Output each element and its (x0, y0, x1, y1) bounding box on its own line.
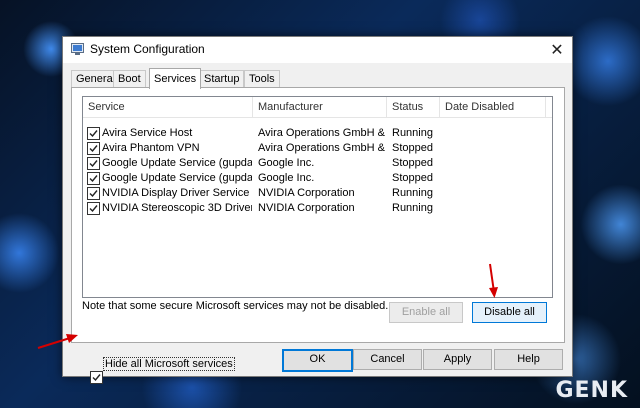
services-list[interactable]: Service Manufacturer Status Date Disable… (82, 96, 553, 298)
table-row[interactable]: Google Update Service (gupdate) Google I… (83, 156, 552, 171)
tab-services[interactable]: Services (149, 68, 202, 89)
ok-button[interactable]: OK (282, 349, 353, 372)
service-status: Running (392, 127, 433, 139)
service-manufacturer: Google Inc. (258, 172, 315, 184)
checkmark-icon (89, 205, 98, 213)
service-checkbox[interactable] (87, 202, 100, 215)
service-manufacturer: NVIDIA Corporation (258, 187, 355, 199)
service-name: NVIDIA Display Driver Service (102, 187, 250, 199)
service-status: Stopped (392, 142, 433, 154)
header-date-disabled[interactable]: Date Disabled (440, 97, 545, 117)
checkmark-icon (89, 130, 98, 138)
service-checkbox[interactable] (87, 142, 100, 155)
header-service[interactable]: Service (83, 97, 248, 117)
checkmark-icon (89, 190, 98, 198)
service-status: Running (392, 187, 433, 199)
secure-services-note: Note that some secure Microsoft services… (82, 300, 389, 312)
service-name: Avira Phantom VPN (102, 142, 200, 154)
service-date-disabled (445, 171, 540, 186)
cancel-button[interactable]: Cancel (353, 349, 422, 370)
table-row[interactable]: NVIDIA Display Driver Service NVIDIA Cor… (83, 186, 552, 201)
hide-microsoft-services-checkbox[interactable] (90, 371, 103, 384)
service-status: Running (392, 202, 433, 214)
help-button[interactable]: Help (494, 349, 563, 370)
table-row[interactable]: Avira Service Host Avira Operations GmbH… (83, 126, 552, 141)
annotation-arrow-down-icon (489, 263, 498, 298)
checkmark-icon (92, 374, 101, 382)
genk-watermark: GENK (555, 378, 628, 403)
table-row[interactable]: Avira Phantom VPN Avira Operations GmbH … (83, 141, 552, 156)
service-manufacturer: Google Inc. (258, 157, 315, 169)
service-checkbox[interactable] (87, 172, 100, 185)
service-name: NVIDIA Stereoscopic 3D Driver S... (102, 202, 252, 214)
header-status[interactable]: Status (387, 97, 438, 117)
service-name: Avira Service Host (102, 127, 193, 139)
enable-all-button[interactable]: Enable all (389, 302, 463, 323)
system-config-icon (71, 43, 84, 55)
service-name: Google Update Service (gupdatem) (102, 172, 252, 184)
service-date-disabled (445, 141, 540, 156)
title-bar: System Configuration ✕ (63, 37, 572, 63)
service-manufacturer: Avira Operations GmbH & ... (258, 142, 386, 154)
service-date-disabled (445, 156, 540, 171)
checkmark-icon (89, 175, 98, 183)
apply-button[interactable]: Apply (423, 349, 492, 370)
service-manufacturer: Avira Operations GmbH & ... (258, 127, 386, 139)
service-date-disabled (445, 201, 540, 216)
service-checkbox[interactable] (87, 187, 100, 200)
checkmark-icon (89, 145, 98, 153)
window-title: System Configuration (90, 42, 205, 56)
service-checkbox[interactable] (87, 127, 100, 140)
tab-startup[interactable]: Startup (199, 70, 245, 88)
column-divider[interactable] (545, 97, 546, 117)
service-checkbox[interactable] (87, 157, 100, 170)
tab-boot[interactable]: Boot (113, 70, 146, 88)
system-configuration-window: System Configuration ✕ General Boot Serv… (62, 36, 573, 384)
checkmark-icon (89, 160, 98, 168)
close-icon[interactable]: ✕ (542, 37, 572, 63)
service-status: Stopped (392, 172, 433, 184)
table-row[interactable]: Google Update Service (gupdatem) Google … (83, 171, 552, 186)
list-header: Service Manufacturer Status Date Disable… (83, 97, 552, 118)
service-manufacturer: NVIDIA Corporation (258, 202, 355, 214)
table-row[interactable]: NVIDIA Stereoscopic 3D Driver S... NVIDI… (83, 201, 552, 216)
disable-all-button[interactable]: Disable all (472, 302, 547, 323)
tab-tools[interactable]: Tools (244, 70, 280, 88)
header-manufacturer[interactable]: Manufacturer (253, 97, 386, 117)
services-panel: Service Manufacturer Status Date Disable… (71, 87, 565, 384)
service-date-disabled (445, 186, 540, 201)
service-name: Google Update Service (gupdate) (102, 157, 252, 169)
annotation-arrow-right-icon (37, 334, 78, 349)
service-date-disabled (445, 126, 540, 141)
service-status: Stopped (392, 157, 433, 169)
hide-microsoft-services-label[interactable]: Hide all Microsoft services (103, 357, 235, 371)
